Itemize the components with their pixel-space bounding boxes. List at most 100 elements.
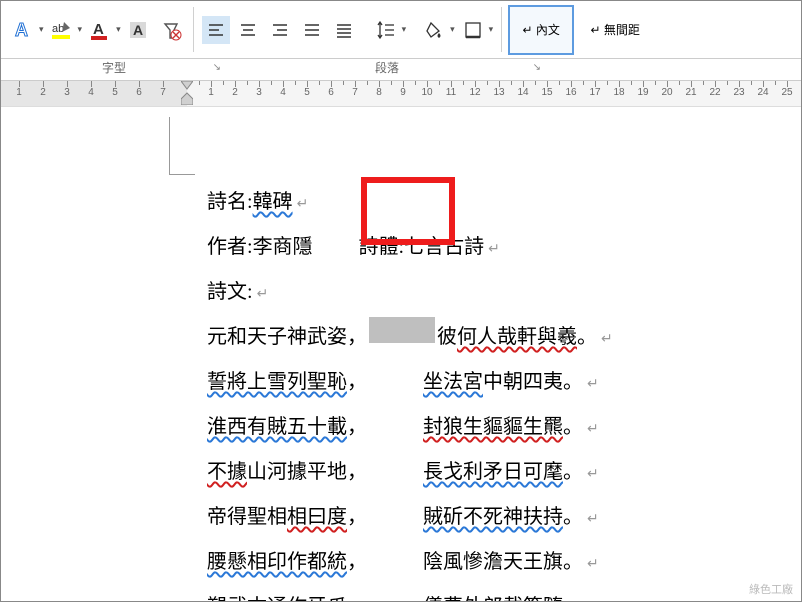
dropdown-arrow-icon[interactable]: ▾ [78,24,83,35]
poem-punct-5: 。 [563,496,583,538]
poem-punct-6: 。 [563,541,583,583]
paragraph-mark-icon: ↵ [587,364,599,406]
poem-right-post-1: 何人哉軒與羲 [457,316,577,358]
align-right-button[interactable] [266,16,294,44]
dropdown-arrow-icon[interactable]: ▾ [39,24,44,35]
ruler-number: 5 [112,87,118,98]
paragraph-dialog-launcher-icon[interactable]: ↘ [533,62,541,73]
ribbon: A ▾ ab ▾ A ▾ A [1,1,801,59]
font-dialog-launcher-icon[interactable]: ↘ [213,62,221,73]
doc-line-poem-5: 帝得聖相相曰度， 賊斫不死神扶持。↵ [207,496,613,541]
line-spacing-button[interactable] [372,16,400,44]
poem-comma-3: ， [347,406,367,448]
form-value: 七言古詩 [404,226,484,268]
font-group: A ▾ ab ▾ A ▾ A [1,1,191,58]
ruler-number: 24 [757,87,768,98]
poem-left-1: 元和天子神武姿， [207,316,367,358]
dropdown-arrow-icon[interactable]: ▾ [489,24,494,35]
ruler-number: 5 [304,87,310,98]
poem-punct-4: 。 [563,451,583,493]
poem-right-7: 儀曹外郎載筆隨 [423,586,563,601]
ruler-number: 9 [400,87,406,98]
distribute-button[interactable] [330,16,358,44]
font-group-label: 字型 ↘ [1,59,227,80]
paragraph-mark-icon: ↵ [257,274,269,316]
hanging-indent-marker[interactable] [181,91,193,105]
horizontal-ruler[interactable]: 7654321123456789101112131415161718192021… [1,81,801,107]
ruler-number: 7 [160,87,166,98]
svg-text:A: A [15,20,28,40]
borders-button[interactable] [459,16,487,44]
ruler-number: 23 [733,87,744,98]
ruler-number: 6 [328,87,334,98]
style-normal[interactable]: ↵ 內文 [508,5,574,55]
poem-right-5: 賊斫不死神扶持 [423,496,563,538]
poem-punct-7: 。 [563,586,583,601]
paragraph-mark-icon: ↵ [488,229,500,271]
doc-line-poem-6: 腰懸相印作都統， 陰風慘澹天王旗。↵ [207,541,613,586]
highlight-button[interactable]: ab [48,16,76,44]
svg-text:ab: ab [52,23,64,35]
ruler-number: 21 [685,87,696,98]
dropdown-arrow-icon[interactable]: ▾ [116,24,121,35]
dropdown-arrow-icon[interactable]: ▾ [402,24,407,35]
group-separator [193,7,194,52]
poem-comma-4: ， [347,451,367,493]
paragraph-group: ▾ ▾ ▾ [196,1,500,58]
ruler-number: 12 [469,87,480,98]
paragraph-mark-icon: ↵ [587,499,599,541]
shading-fill-button[interactable] [420,16,448,44]
poem-right-4: 長戈利矛日可麾 [423,451,563,493]
ruler-number: 16 [565,87,576,98]
title-value: 韓碑 [253,181,293,223]
paragraph-mark-icon: ↵ [587,454,599,496]
doc-line-poem-7: 愬武古通作牙爪， 儀曹外郎載筆隨。↵ [207,586,613,601]
ruler-number: 20 [661,87,672,98]
ruler-number: 15 [541,87,552,98]
doc-line-title: 詩名:韓碑↵ [207,181,613,226]
ruler-number: 19 [637,87,648,98]
form-label: 詩體: [359,226,405,268]
paragraph-group-label: 段落 ↘ [227,59,547,80]
author-label: 作者: [207,226,253,268]
font-color-button[interactable]: A [86,16,114,44]
clear-formatting-button[interactable] [157,16,185,44]
poem-punct-2: 。 [563,361,583,403]
ruler-number: 4 [88,87,94,98]
doc-line-body-label: 詩文:↵ [207,271,613,316]
paragraph-mark-icon: ↵ [587,589,599,601]
style-no-spacing[interactable]: ↵ 無間距 [582,5,648,55]
ruler-number: 3 [256,87,262,98]
body-label: 詩文: [207,271,253,313]
svg-text:A: A [93,21,104,38]
char-shading-button[interactable]: A [125,16,153,44]
styles-group: ↵ 內文 ↵ 無間距 [504,1,652,58]
doc-line-author: 作者:李商隱 詩體:七言古詩↵ [207,226,613,271]
dropdown-arrow-icon[interactable]: ▾ [450,24,455,35]
align-center-button[interactable] [234,16,262,44]
poem-right-pre-1: 彼 [437,316,457,358]
first-line-indent-marker[interactable] [181,81,193,91]
ruler-number: 7 [352,87,358,98]
ruler-number: 13 [493,87,504,98]
document-area[interactable]: 詩名:韓碑↵ 作者:李商隱 詩體:七言古詩↵ 詩文:↵ 元和天子神武姿， 彼何人… [1,107,801,601]
doc-line-poem-3: 淮西有賊五十載， 封狼生貙貙生羆。↵ [207,406,613,451]
ribbon-group-labels: 字型 ↘ 段落 ↘ [1,59,801,81]
justify-button[interactable] [298,16,326,44]
title-label: 詩名: [207,181,253,223]
poem-right-3: 封狼生貙貙生羆 [423,406,563,448]
font-label-text: 字型 [102,61,126,75]
text-effects-button[interactable]: A [9,16,37,44]
doc-line-poem-2: 誓將上雪列聖恥， 坐法宮中朝四夷。↵ [207,361,613,406]
ruler-number: 11 [446,87,456,98]
poem-comma-2: ， [347,361,367,403]
redacted-block [369,317,435,343]
ruler-number: 25 [781,87,792,98]
poem-right-6: 陰風慘澹天王旗 [423,541,563,583]
poem-left-2: 誓將上雪列聖恥 [207,361,347,403]
align-left-button[interactable] [202,16,230,44]
doc-line-poem-1: 元和天子神武姿， 彼何人哉軒與羲。↵ [207,316,613,361]
poem-left-5a: 帝得聖相 [207,496,287,538]
document-text[interactable]: 詩名:韓碑↵ 作者:李商隱 詩體:七言古詩↵ 詩文:↵ 元和天子神武姿， 彼何人… [207,181,613,601]
poem-left-4b: 山河據平地 [247,451,347,493]
